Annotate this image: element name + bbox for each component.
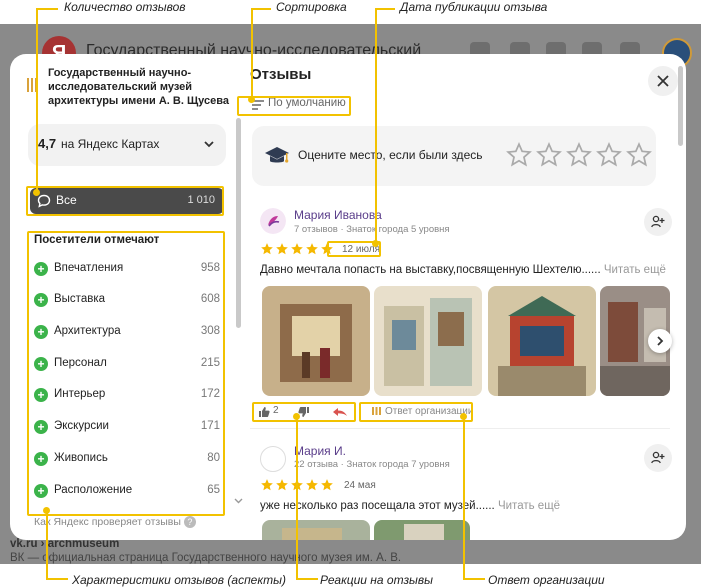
empty-star-icon[interactable] bbox=[506, 142, 532, 168]
photo-illustration bbox=[374, 520, 470, 540]
connector-dot bbox=[372, 240, 379, 247]
connector-line bbox=[375, 8, 377, 244]
rate-prompt: Оцените место, если были здесь bbox=[298, 148, 483, 162]
scroll-down-icon[interactable] bbox=[234, 498, 243, 504]
star-icon bbox=[260, 242, 274, 256]
connector-dot bbox=[460, 413, 467, 420]
empty-star-icon[interactable] bbox=[596, 142, 622, 168]
star-icon bbox=[305, 242, 319, 256]
check-note[interactable]: Как Яндекс проверяет отзывы? bbox=[34, 516, 196, 529]
result-snippet: ВК — официальная страница Государственно… bbox=[10, 552, 402, 564]
add-user-icon bbox=[651, 215, 665, 228]
add-user-icon bbox=[651, 451, 665, 464]
reviewer-meta: 22 отзыва · Знаток города 7 уровня bbox=[294, 459, 450, 470]
highlight-reactions bbox=[252, 402, 356, 422]
review-text: уже несколько раз посещала этот музей...… bbox=[260, 500, 560, 512]
highlight-org-reply bbox=[359, 402, 473, 422]
connector-line bbox=[46, 578, 68, 580]
callout-date: Дата публикации отзыва bbox=[400, 0, 548, 14]
rating-selector[interactable]: 4,7 на Яндекс Картах bbox=[28, 124, 226, 166]
connector-line bbox=[46, 510, 48, 580]
empty-star-icon[interactable] bbox=[566, 142, 592, 168]
photo-illustration bbox=[262, 286, 370, 396]
review-date: 24 мая bbox=[344, 480, 376, 491]
graduation-cap-icon bbox=[265, 147, 289, 163]
connector-line bbox=[251, 8, 271, 10]
review-photo[interactable] bbox=[374, 286, 482, 396]
star-icon bbox=[290, 242, 304, 256]
review-photo[interactable] bbox=[374, 520, 470, 540]
star-icon bbox=[260, 478, 274, 492]
star-icon bbox=[305, 478, 319, 492]
reviews-panel: Отзывы По умолчанию Оцените место, если … bbox=[250, 54, 686, 540]
review-photo[interactable] bbox=[262, 520, 370, 540]
reviewer-avatar[interactable] bbox=[260, 446, 286, 472]
review-photo[interactable] bbox=[488, 286, 596, 396]
empty-star-icon[interactable] bbox=[626, 142, 652, 168]
callout-aspects: Характеристики отзывов (аспекты) bbox=[72, 573, 286, 587]
callout-reactions: Реакции на отзывы bbox=[320, 573, 433, 587]
subscribe-button[interactable] bbox=[644, 444, 672, 472]
question-icon: ? bbox=[183, 516, 196, 529]
check-note-label: Как Яндекс проверяет отзывы bbox=[34, 516, 181, 528]
rate-stars bbox=[506, 142, 656, 173]
review-photo[interactable] bbox=[262, 286, 370, 396]
next-photo-button[interactable] bbox=[648, 329, 672, 353]
connector-line bbox=[296, 578, 318, 580]
photo-illustration bbox=[488, 286, 596, 396]
rating-value: 4,7 bbox=[38, 136, 57, 151]
screenshot-stage: Я Государственный научно-исследовательск… bbox=[0, 0, 701, 588]
connector-dot bbox=[248, 96, 255, 103]
reviewer-name[interactable]: Мария И. bbox=[294, 444, 346, 458]
close-button[interactable] bbox=[648, 66, 678, 96]
connector-line bbox=[375, 8, 395, 10]
connector-line bbox=[36, 8, 38, 192]
reviews-title: Отзывы bbox=[250, 66, 312, 83]
reviewer-avatar[interactable] bbox=[260, 208, 286, 234]
subscribe-button[interactable] bbox=[644, 208, 672, 236]
photo-illustration bbox=[374, 286, 482, 396]
connector-dot bbox=[293, 413, 300, 420]
empty-star-icon[interactable] bbox=[536, 142, 562, 168]
connector-line bbox=[463, 578, 485, 580]
star-icon bbox=[275, 242, 289, 256]
org-name: Государственный научно-исследовательский… bbox=[48, 67, 230, 107]
review-text-body: Давно мечтала попасть на выставку,посвящ… bbox=[260, 264, 601, 276]
callout-sorting: Сортировка bbox=[276, 0, 347, 14]
highlight-reviews-count bbox=[26, 186, 224, 216]
connector-line bbox=[296, 416, 298, 580]
reviews-scrollbar[interactable] bbox=[678, 66, 683, 146]
connector-line bbox=[251, 8, 253, 100]
connector-line bbox=[36, 8, 58, 10]
callout-reviews-count: Количество отзывов bbox=[64, 0, 186, 14]
read-more-link[interactable]: Читать ещё bbox=[604, 264, 666, 276]
close-icon bbox=[657, 75, 669, 87]
review-stars bbox=[260, 242, 335, 261]
connector-line bbox=[463, 416, 465, 580]
reviewer-meta: 7 отзывов · Знаток города 5 уровня bbox=[294, 224, 450, 235]
read-more-link[interactable]: Читать ещё bbox=[498, 500, 560, 512]
connector-dot bbox=[33, 189, 40, 196]
star-icon bbox=[275, 478, 289, 492]
photo-illustration bbox=[262, 520, 370, 540]
sidebar-scrollbar[interactable] bbox=[236, 118, 241, 328]
star-icon bbox=[320, 478, 334, 492]
chevron-down-icon bbox=[204, 141, 214, 148]
highlight-aspects bbox=[27, 231, 225, 516]
callout-org-reply: Ответ организации bbox=[488, 573, 605, 587]
reviewer-name[interactable]: Мария Иванова bbox=[294, 208, 382, 222]
connector-dot bbox=[43, 507, 50, 514]
review-divider bbox=[250, 428, 670, 429]
chevron-right-icon bbox=[657, 336, 664, 346]
rating-label: на Яндекс Картах bbox=[61, 137, 160, 151]
rate-place-card: Оцените место, если были здесь bbox=[252, 126, 656, 186]
review-text: Давно мечтала попасть на выставку,посвящ… bbox=[260, 264, 666, 276]
